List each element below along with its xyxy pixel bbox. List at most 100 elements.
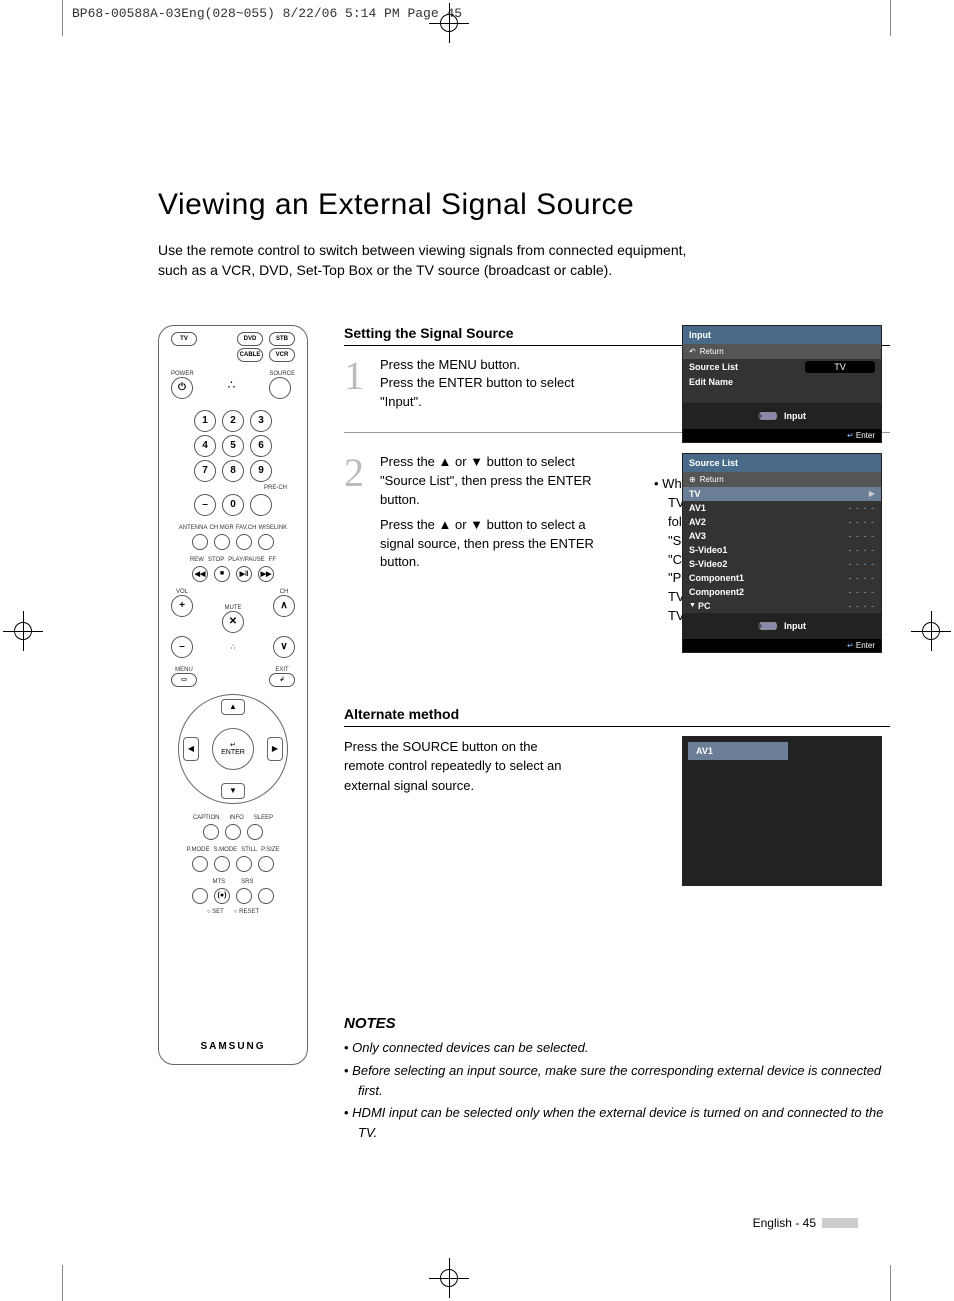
alt-screen-illustration: AV1 [682,736,882,886]
osd-row-source-list: Source List [689,362,805,372]
osd2-row-svideo1-v: - - - - [849,545,876,555]
sleep-label: SLEEP [254,815,273,821]
remote-dvd-button: DVD [237,332,263,346]
rew-icon: ◀◀ [192,566,208,582]
power-label: POWER [171,371,194,377]
note-item: HDMI input can be selected only when the… [344,1103,890,1143]
stop-label: STOP [208,557,224,563]
chevron-right-icon: ▶ [869,489,875,498]
ch-up-icon: ∧ [273,595,295,617]
dpad-right-icon: ▶ [267,737,283,761]
section-alternate-method: Alternate method [344,706,890,727]
power-icon: ⏻ [171,377,193,399]
favch-label: FAV.CH [236,525,257,531]
chmgr-button [214,534,230,550]
input-icon [758,619,778,633]
osd2-row-svideo2-v: - - - - [849,559,876,569]
psize-label: P.SIZE [261,847,279,853]
osd2-row-pc: PC [698,601,849,611]
ff-label: FF [269,557,276,563]
ff-icon: ▶▶ [258,566,274,582]
osd-source-list: Source List ⊕Return TV▶ AV1- - - - AV2- … [682,453,882,653]
extra-button-2 [258,888,274,904]
antenna-label: ANTENNA [179,525,208,531]
caption-label: CAPTION [193,815,220,821]
osd2-footer: ↵ Enter [683,639,881,652]
remote-cable-button: CABLE [237,348,263,362]
chmgr-label: CH MGR [209,525,233,531]
remote-control-illustration: TV DVD STB CABLE VCR POWER⏻ ∴ [158,325,308,1065]
registration-mark [440,1269,458,1287]
note-item: Before selecting an input source, make s… [344,1061,890,1101]
num-7: 7 [194,460,216,482]
exit-label: EXIT [269,667,295,673]
osd-footer: ↵ Enter [683,429,881,442]
num-5: 5 [222,435,244,457]
still-button [236,856,252,872]
return-icon: ↶ [689,347,696,356]
reset-label: ○ RESET [234,909,259,915]
dpad-left-icon: ◀ [183,737,199,761]
osd2-title: Source List [683,454,881,472]
step2-line1: Press the ▲ or ▼ button to select "Sourc… [380,453,610,510]
trim-mark [890,0,891,36]
note-item: Only connected devices can be selected. [344,1038,890,1058]
still-label: STILL [241,847,257,853]
step-number-1: 1 [344,356,372,413]
osd2-row-tv: TV [689,489,865,499]
chevron-down-icon: ▼ [689,602,696,609]
menu-button: ▭ [171,673,197,687]
osd2-row-component1: Component1 [689,573,849,583]
osd2-icon-bar: Input [683,613,881,639]
mute-icon: ✕ [222,611,244,633]
osd2-row-av2: AV2 [689,517,849,527]
remote-tv-button: TV [171,332,197,346]
osd2-row-av3: AV3 [689,531,849,541]
dpad-down-icon: ▼ [221,783,245,799]
intro-text: Use the remote control to switch between… [158,240,718,281]
osd-input-menu: Input ↶Return Source ListTV Edit Name In… [682,325,882,443]
osd2-row-av2-v: - - - - [849,517,876,527]
info-label: INFO [229,815,243,821]
play-label: PLAY/PAUSE [228,557,264,563]
num-dash: – [194,494,216,516]
sleep-button [247,824,263,840]
osd-icon-bar: Input [683,403,881,429]
osd-row-edit-name: Edit Name [689,377,875,387]
exit-button: ↲ [269,673,295,687]
prech-label: PRE-CH [264,485,287,491]
notes-heading: NOTES [344,1015,890,1032]
source-button [269,377,291,399]
trim-mark [62,0,63,36]
osd2-row-pc-v: - - - - [849,601,876,611]
samsung-logo: SAMSUNG [200,1041,265,1052]
alt-method-text: Press the SOURCE button on the remote co… [344,737,564,796]
set-label: ○ SET [207,909,224,915]
step-number-2: 2 [344,453,372,626]
num-8: 8 [222,460,244,482]
page-number: English - 45 [753,1216,858,1230]
pmode-button [192,856,208,872]
ch-label: CH [273,589,295,595]
srs-button: (●) [214,888,230,904]
dpad: ▲ ▼ ◀ ▶ ↵ENTER [178,694,288,804]
return-icon: ⊕ [689,475,696,484]
mts-label: MTS [212,879,225,885]
pmode-label: P.MODE [187,847,210,853]
wiselink-label: WISELINK [259,525,288,531]
psize-button [258,856,274,872]
favch-button [236,534,252,550]
page-number-bar [822,1218,858,1228]
mts-button [192,888,208,904]
osd-row-source-list-value: TV [805,361,875,373]
step1-line1: Press the MENU button. [380,356,610,375]
enter-button: ↵ENTER [212,728,254,770]
input-icon [758,409,778,423]
alt-screen-label: AV1 [688,742,788,760]
num-4: 4 [194,435,216,457]
osd2-row-av1: AV1 [689,503,849,513]
registration-mark [440,14,458,32]
num-1: 1 [194,410,216,432]
num-3: 3 [250,410,272,432]
osd2-row-component2: Component2 [689,587,849,597]
